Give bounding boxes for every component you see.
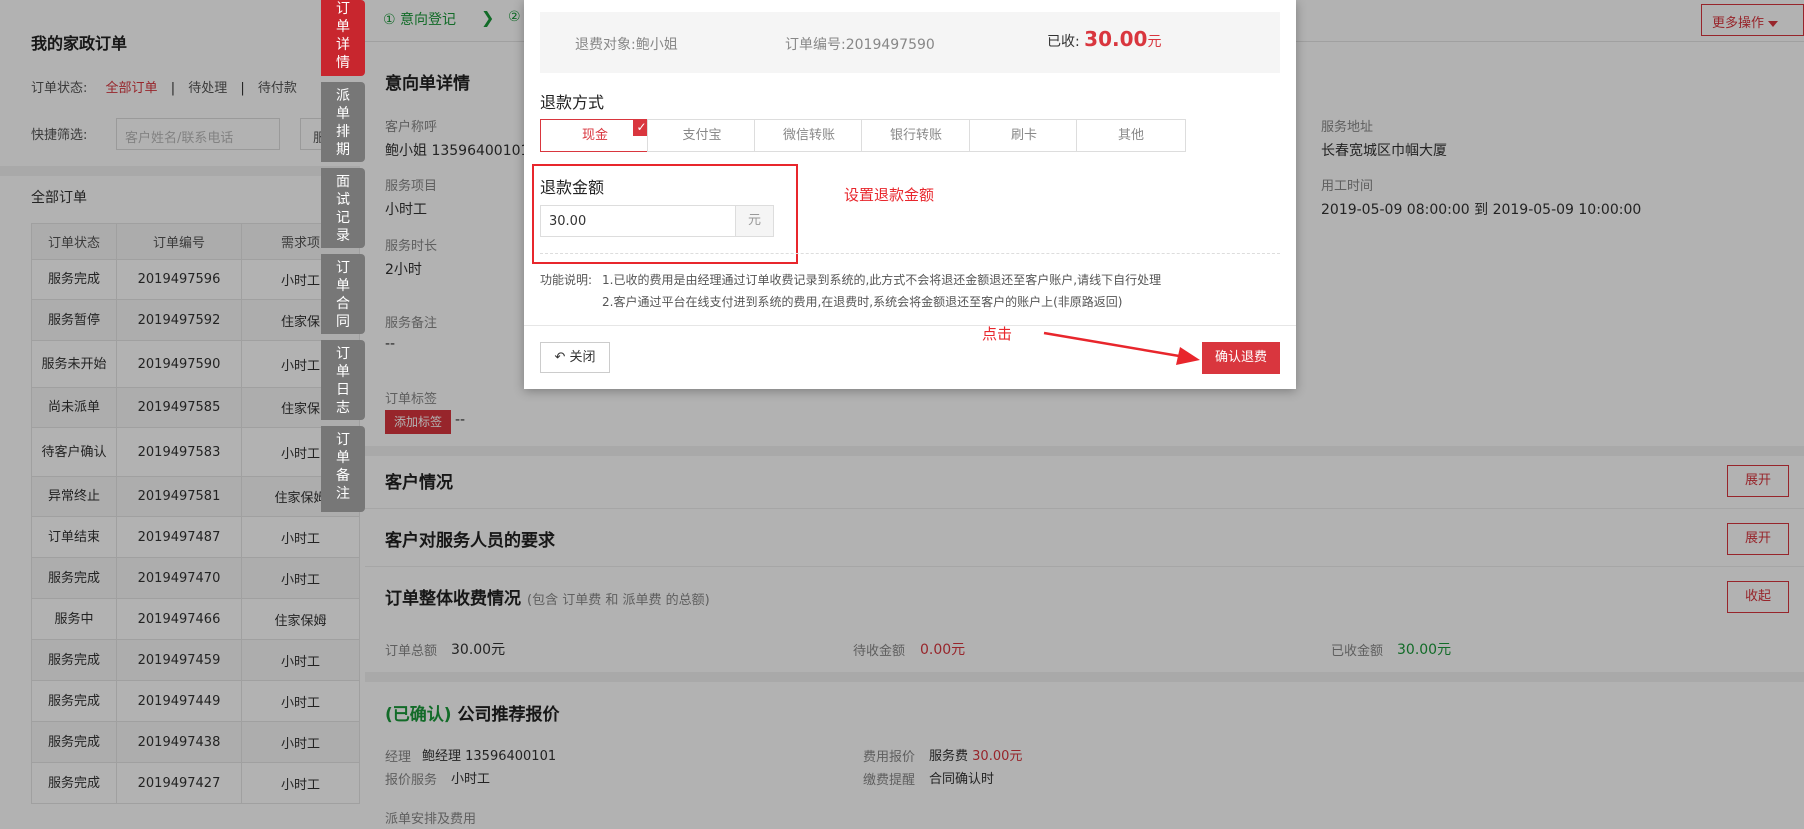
tab-order-details[interactable]: 订单详情 — [321, 0, 365, 76]
refund-target: 退费对象:鲍小姐 — [575, 37, 678, 53]
method-label: 银行转账 — [889, 128, 942, 143]
received-value: 30.00 — [1084, 27, 1148, 51]
tab-order-remark[interactable]: 订单备注 — [321, 426, 365, 512]
method-label: 微信转账 — [782, 128, 835, 143]
annotation-click: 点击 — [982, 325, 1013, 343]
method-label: 支付宝 — [682, 128, 722, 143]
annotation-arrow — [1043, 331, 1200, 365]
refund-method-option[interactable]: 银行转账 — [861, 119, 971, 152]
refund-info-box: 退费对象:鲍小姐 订单编号:2019497590 已收: 30.00元 — [540, 12, 1280, 73]
refund-method-option[interactable]: 刷卡 — [969, 119, 1079, 152]
undo-arrow-icon: ↶ — [554, 350, 566, 365]
method-label: 其他 — [1117, 128, 1144, 143]
confirm-refund-button[interactable]: 确认退费 — [1202, 342, 1280, 374]
annotation-set-amount: 设置退款金额 — [844, 186, 935, 204]
annotation-highlight-box — [532, 164, 798, 264]
method-label: 刷卡 — [1010, 128, 1037, 143]
note-line-1: 1.已收的费用是由经理通过订单收费记录到系统的,此方式不会将退还金额退还至客户账… — [602, 273, 1162, 287]
note-label: 功能说明: — [540, 273, 593, 287]
tab-order-log[interactable]: 订单日志 — [321, 340, 365, 420]
refund-method-title: 退款方式 — [540, 93, 605, 112]
close-label: 关闭 — [569, 350, 596, 365]
refund-method-option[interactable]: 现金 ✓ — [540, 119, 650, 152]
refund-method-option[interactable]: 支付宝 — [647, 119, 757, 152]
order-number: 订单编号:2019497590 — [785, 37, 935, 53]
received-unit: 元 — [1147, 34, 1162, 50]
received-amount: 已收: 30.00元 — [1047, 27, 1161, 51]
refund-method-option[interactable]: 微信转账 — [754, 119, 864, 152]
tab-order-contract[interactable]: 订单合同 — [321, 254, 365, 334]
dashed-divider — [540, 253, 1280, 254]
note-line-2: 2.客户通过平台在线支付进到系统的费用,在退费时,系统会将金额退还至客户的账户上… — [602, 295, 1123, 309]
received-label: 已收: — [1047, 34, 1080, 50]
close-button[interactable]: ↶ 关闭 — [540, 342, 610, 373]
method-label: 现金 — [581, 128, 608, 143]
refund-method-option[interactable]: 其他 — [1076, 119, 1186, 152]
tab-interview-record[interactable]: 面试记录 — [321, 168, 365, 248]
tab-dispatch-schedule[interactable]: 派单排期 — [321, 82, 365, 162]
